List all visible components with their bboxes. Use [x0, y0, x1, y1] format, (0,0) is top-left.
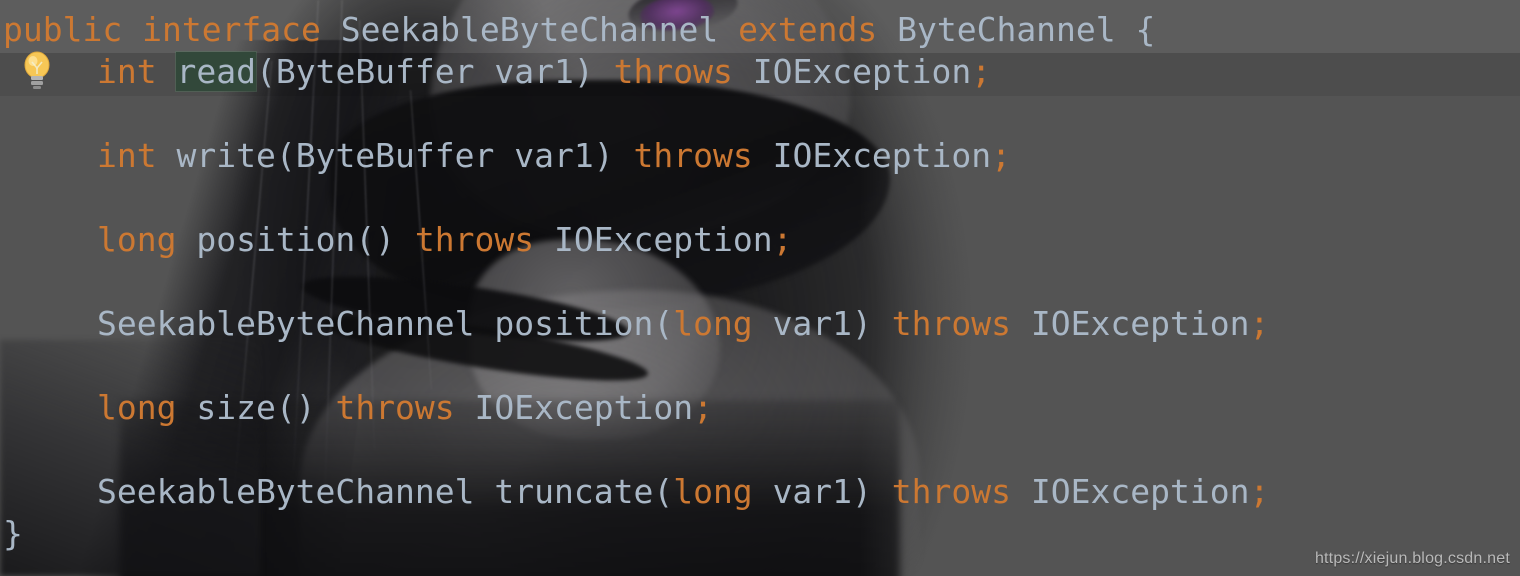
code-token: int	[97, 52, 157, 91]
code-token: throws	[891, 304, 1012, 343]
code-line-8[interactable]: }	[0, 492, 1520, 576]
code-line-5[interactable]: SeekableByteChannel position(long var1) …	[0, 282, 1520, 366]
code-line-2[interactable]: int read(ByteBuffer var1) throws IOExcep…	[0, 30, 1520, 114]
code-token: (	[255, 52, 276, 91]
code-token: )	[573, 52, 614, 91]
code-token: long	[97, 388, 177, 427]
code-token: IOException	[752, 52, 972, 91]
code-token: (	[653, 304, 674, 343]
code-token: position	[494, 304, 654, 343]
watermark: https://xiejun.blog.csdn.net	[1314, 550, 1510, 567]
code-token: throws	[414, 220, 535, 259]
code-token: ()	[275, 388, 336, 427]
code-token: ByteBuffer	[275, 52, 475, 91]
code-token: size	[196, 388, 276, 427]
code-token: ;	[971, 52, 992, 91]
code-token: IOException	[474, 388, 694, 427]
code-token: }	[3, 514, 23, 553]
code-token: throws	[633, 136, 753, 175]
editor-window: public interface SeekableByteChannel ext…	[0, 0, 1520, 576]
code-token: IOException	[1030, 304, 1250, 343]
code-token: (	[275, 136, 296, 175]
code-token: IOException	[772, 136, 992, 175]
code-token: position	[196, 220, 356, 259]
code-token: var1	[772, 304, 853, 343]
code-token: ;	[991, 136, 1012, 175]
code-token: )	[593, 136, 634, 175]
code-token: IOException	[554, 220, 773, 259]
code-token: ;	[772, 220, 793, 259]
code-token: throws	[613, 52, 733, 91]
code-token: throws	[335, 388, 455, 427]
code-line-3[interactable]: int write(ByteBuffer var1) throws IOExce…	[0, 114, 1520, 198]
code-area[interactable]: public interface SeekableByteChannel ext…	[0, 0, 1520, 576]
code-line-6[interactable]: long size() throws IOException;	[0, 366, 1520, 450]
code-token: )	[852, 304, 892, 343]
code-token: ()	[355, 220, 415, 259]
code-token: long	[673, 304, 753, 343]
code-token: var1	[514, 136, 594, 175]
code-token: ByteBuffer	[295, 136, 495, 175]
code-token: int	[97, 136, 157, 175]
code-token: long	[97, 220, 177, 259]
code-line-4[interactable]: long position() throws IOException;	[0, 198, 1520, 282]
code-token: SeekableByteChannel	[97, 304, 475, 343]
lightbulb-icon[interactable]	[20, 50, 54, 90]
code-token: write	[176, 136, 276, 175]
code-token: ;	[1249, 304, 1270, 343]
code-token: var1	[494, 52, 574, 91]
code-token: read	[176, 52, 256, 91]
code-token: ;	[693, 388, 713, 427]
